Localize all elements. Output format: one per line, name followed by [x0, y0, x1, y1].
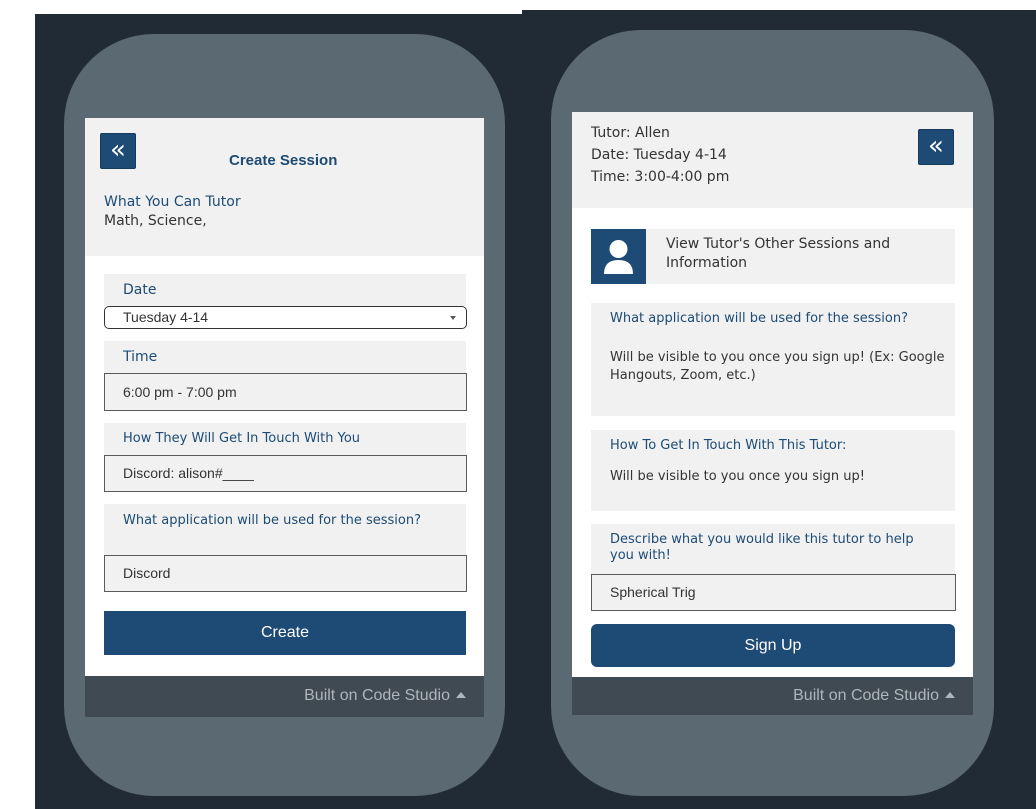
contact-question: How To Get In Touch With This Tutor:: [610, 438, 847, 453]
user-icon: [591, 229, 646, 284]
app-input[interactable]: Discord: [104, 555, 467, 592]
code-studio-footer[interactable]: Built on Code Studio: [85, 676, 484, 717]
sign-up-button[interactable]: Sign Up: [591, 624, 955, 667]
create-session-screen: « Create Session What You Can Tutor Math…: [85, 118, 484, 676]
contact-answer: Will be visible to you once you sign up!: [610, 469, 866, 484]
double-chevron-left-icon: «: [110, 135, 126, 165]
describe-label: Describe what you would like this tutor …: [610, 532, 914, 563]
describe-input[interactable]: Spherical Trig: [591, 574, 956, 611]
date-label: Date: [123, 282, 157, 298]
screen-header: [85, 118, 484, 256]
page-title: Create Session: [229, 152, 338, 169]
caret-up-icon: [945, 692, 955, 698]
session-date: Date: Tuesday 4-14: [591, 147, 727, 163]
time-input[interactable]: 6:00 pm - 7:00 pm: [104, 373, 467, 411]
code-studio-footer[interactable]: Built on Code Studio: [572, 677, 973, 715]
date-select-value: Tuesday 4-14: [123, 309, 209, 325]
date-select[interactable]: Tuesday 4-14: [104, 306, 467, 329]
session-details-screen: Tutor: Allen Date: Tuesday 4-14 Time: 3:…: [572, 112, 973, 677]
back-button[interactable]: «: [100, 133, 136, 169]
contact-input[interactable]: Discord: alison#____: [104, 455, 467, 492]
footer-text: Built on Code Studio: [793, 687, 939, 704]
chevron-down-icon: [450, 316, 456, 320]
time-label: Time: [123, 349, 158, 365]
contact-label: How They Will Get In Touch With You: [123, 431, 361, 446]
tutor-subjects-value: Math, Science,: [104, 213, 207, 229]
caret-up-icon: [456, 692, 466, 698]
tutor-name: Tutor: Allen: [591, 125, 670, 141]
session-time: Time: 3:00-4:00 pm: [591, 169, 730, 185]
right-phone-frame: Tutor: Allen Date: Tuesday 4-14 Time: 3:…: [551, 30, 994, 796]
app-answer: Will be visible to you once you sign up!…: [610, 350, 945, 383]
view-sessions-link[interactable]: View Tutor's Other Sessions and Informat…: [666, 235, 946, 273]
date-label-box: [104, 274, 466, 306]
footer-text: Built on Code Studio: [304, 687, 450, 704]
app-label: What application will be used for the se…: [123, 513, 422, 528]
left-phone-frame: « Create Session What You Can Tutor Math…: [64, 34, 505, 796]
create-button[interactable]: Create: [104, 611, 466, 655]
tutor-subjects-label: What You Can Tutor: [104, 194, 241, 210]
time-label-box: [104, 341, 466, 373]
app-question: What application will be used for the se…: [610, 311, 909, 326]
back-button[interactable]: «: [918, 129, 954, 165]
double-chevron-left-icon: «: [928, 131, 944, 161]
